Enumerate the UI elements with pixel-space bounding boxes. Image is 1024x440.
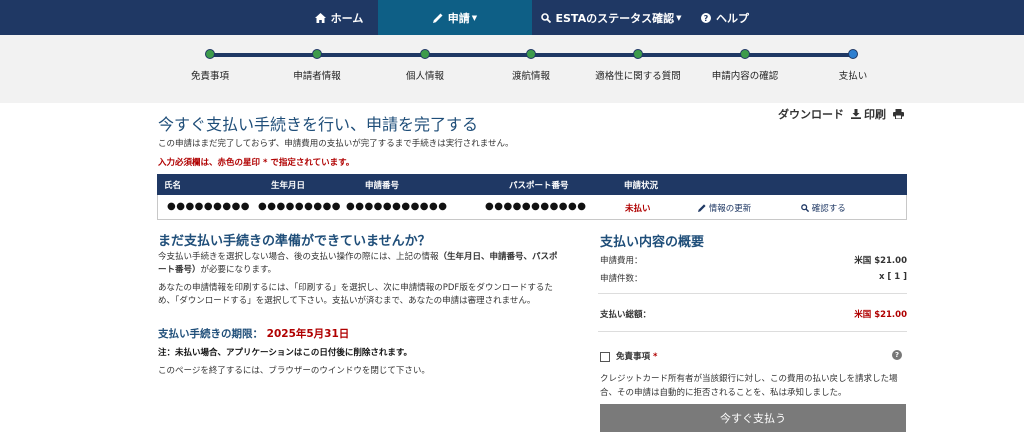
- question-circle-icon: ?: [701, 12, 711, 23]
- payment-deadline: 支払い手続きの期限： 2025年5月31日: [158, 326, 349, 341]
- pay-now-button[interactable]: 今すぐ支払う: [600, 404, 906, 432]
- step-dot-2: [312, 49, 322, 59]
- download-icon: [850, 109, 861, 119]
- step-label-review[interactable]: 申請内容の確認: [712, 68, 779, 82]
- step-dot-7: [848, 49, 858, 59]
- waiver-text: クレジットカード所有者が当該銀行に対し、この費用の払い戻しを請求した場合、その申…: [600, 374, 898, 398]
- cell-passport: ●●●●●●●●●●●: [485, 201, 587, 212]
- waiver-label-text: 免責事項: [616, 352, 651, 362]
- page-title: 今すぐ支払い手続きを行い、申請を完了する: [158, 115, 479, 134]
- print-label: 印刷: [864, 108, 886, 121]
- required-star: *: [652, 352, 658, 362]
- payment-summary-heading: 支払い内容の概要: [600, 235, 705, 250]
- nav-apply-label: 申請: [447, 11, 470, 25]
- summary-divider-2: [598, 331, 907, 332]
- step-label-disclaimer[interactable]: 免責事項: [191, 68, 229, 82]
- print-icon: [892, 109, 904, 120]
- step-label-travel[interactable]: 渡航情報: [512, 68, 550, 82]
- waiver-checkbox[interactable]: [600, 352, 610, 362]
- close-window-note: このページを終了するには、ブラウザーのウインドウを閉じて下さい。: [158, 366, 430, 376]
- svg-text:?: ?: [704, 14, 709, 23]
- download-label: ダウンロード: [778, 108, 844, 121]
- required-note: 入力必須欄は、赤色の星印 * で指定されています。: [158, 158, 355, 168]
- col-dob: 生年月日: [271, 181, 306, 191]
- waiver-label[interactable]: 免責事項 *: [616, 350, 657, 362]
- nav-home-label: ホーム: [330, 11, 364, 25]
- fee-value: 米国 $21.00: [854, 256, 907, 266]
- help-icon[interactable]: ?: [892, 350, 902, 360]
- nav-help-label: ヘルプ: [716, 11, 749, 25]
- nav-home[interactable]: ホーム: [300, 0, 378, 35]
- search-icon: [801, 204, 810, 213]
- pencil-icon: [698, 204, 706, 212]
- count-value: x [ 1 ]: [878, 272, 907, 282]
- nav-help[interactable]: ? ヘルプ: [692, 0, 758, 35]
- chevron-down-icon: ▼: [471, 13, 478, 22]
- step-label-eligibility[interactable]: 適格性に関する質問: [595, 68, 681, 82]
- check-link[interactable]: 確認する: [801, 202, 846, 214]
- status-badge: 未払い: [625, 204, 651, 214]
- total-value: 米国 $21.00: [854, 310, 907, 320]
- step-dot-4: [526, 49, 536, 59]
- top-nav: ホーム 申請 ▼ ESTAのステータス確認 ▼ ? ヘルプ: [0, 0, 1024, 35]
- table-row: ●●●●●●●●● ●●●●●●●●● ●●●●●●●●●●● ●●●●●●●●…: [157, 195, 907, 220]
- step-label-payment: 支払い: [838, 71, 868, 82]
- update-info-link[interactable]: 情報の更新: [698, 202, 751, 214]
- print-instructions: あなたの申請情報を印刷するには、「印刷する」を選択し、次に申請情報のPDF版をダ…: [158, 283, 553, 306]
- not-ready-heading: まだ支払い手続きの準備ができていませんか？: [158, 234, 431, 249]
- fee-label: 申請費用：: [600, 256, 643, 266]
- cell-app-no: ●●●●●●●●●●●: [346, 201, 448, 212]
- intro-text: この申請はまだ完了しておらず、申請費用の支払いが完了するまで手続きは実行されませ…: [158, 139, 514, 149]
- print-link[interactable]: 印刷: [864, 106, 904, 122]
- cell-dob: ●●●●●●●●●: [258, 201, 342, 212]
- count-label: 申請件数：: [600, 274, 643, 284]
- summary-divider: [598, 293, 907, 294]
- progress-steps: 免責事項 申請者情報 個人情報 渡航情報 適格性に関する質問 申請内容の確認 支…: [0, 35, 1024, 103]
- nav-status-label: ESTAのステータス確認: [555, 11, 675, 25]
- search-icon: [540, 12, 551, 23]
- home-icon: [314, 12, 326, 23]
- deadline-label: 支払い手続きの期限：: [158, 328, 263, 340]
- check-label: 確認する: [811, 204, 846, 214]
- chevron-down-icon: ▼: [676, 13, 682, 22]
- col-name: 氏名: [164, 181, 182, 191]
- cell-name: ●●●●●●●●●: [167, 201, 251, 212]
- nav-esta-status[interactable]: ESTAのステータス確認 ▼: [536, 0, 686, 35]
- pencil-icon: [432, 13, 443, 23]
- deletion-note: 注：未払い場合、アプリケーションはこの日付後に削除されます。: [158, 348, 412, 358]
- nav-apply[interactable]: 申請 ▼: [378, 0, 532, 35]
- total-label: 支払い総額：: [600, 310, 652, 320]
- update-info-label: 情報の更新: [708, 204, 752, 214]
- application-table-header: 氏名 生年月日 申請番号 パスポート番号 申請状況: [157, 174, 907, 195]
- para1c: が必要になります。: [200, 265, 277, 275]
- step-dot-1: [205, 49, 215, 59]
- not-ready-paragraph: 今支払い手続きを選択しない場合、後の支払い操作の際には、上記の情報（生年月日、申…: [158, 251, 558, 277]
- col-status: 申請状況: [624, 181, 659, 191]
- step-label-applicant[interactable]: 申請者情報: [293, 68, 341, 82]
- download-link[interactable]: ダウンロード: [778, 106, 861, 122]
- step-dot-5: [633, 49, 643, 59]
- para1a: 今支払い手続きを選択しない場合、後の支払い操作の際には、上記の情報: [158, 252, 439, 262]
- deadline-date: 2025年5月31日: [266, 328, 350, 340]
- step-dot-3: [420, 49, 430, 59]
- col-passport: パスポート番号: [509, 181, 569, 191]
- step-dot-6: [740, 49, 750, 59]
- step-label-personal[interactable]: 個人情報: [406, 68, 444, 82]
- col-app-no: 申請番号: [365, 181, 400, 191]
